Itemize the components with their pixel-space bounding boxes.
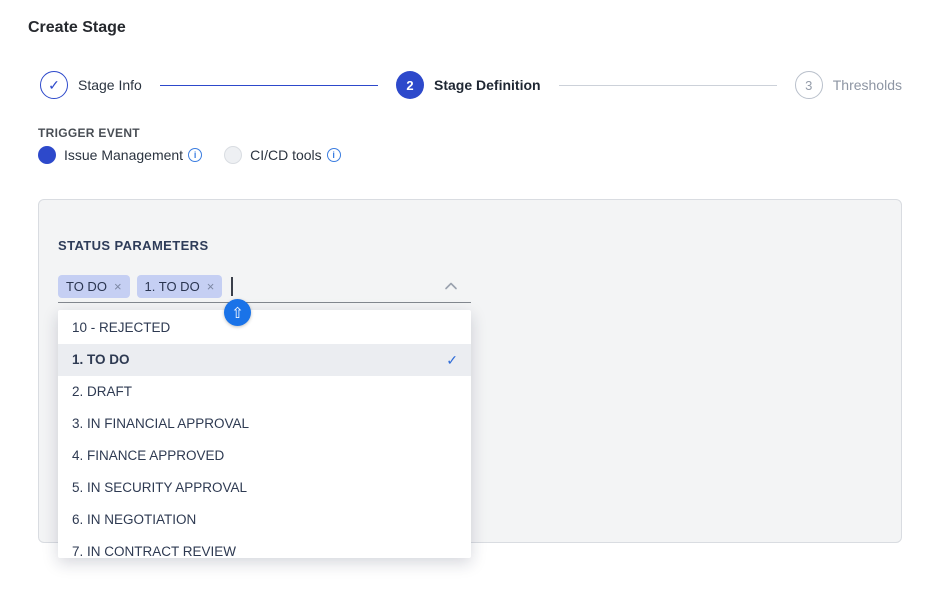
radio-selected-icon[interactable] <box>38 146 56 164</box>
info-icon[interactable]: i <box>188 148 202 162</box>
step-complete-check-icon: ✓ <box>40 71 68 99</box>
selected-chip: 1. TO DO × <box>137 275 223 298</box>
chip-label: 1. TO DO <box>145 279 200 294</box>
step-label: Thresholds <box>833 77 902 93</box>
stepper-connector <box>559 85 777 86</box>
dropdown-option[interactable]: 5. IN SECURITY APPROVAL <box>58 472 471 504</box>
chevron-up-icon[interactable] <box>442 277 460 295</box>
dropdown-option-label: 6. IN NEGOTIATION <box>72 512 196 527</box>
create-stage-page: Create Stage ✓ Stage Info 2 Stage Defini… <box>0 0 938 591</box>
dropdown-option-label: 4. FINANCE APPROVED <box>72 448 224 463</box>
text-caret <box>231 277 233 296</box>
step-label: Stage Info <box>78 77 142 93</box>
cursor-pointer-badge: ⇧ <box>224 299 251 326</box>
trigger-event-label: TRIGGER EVENT <box>38 126 140 140</box>
info-icon[interactable]: i <box>327 148 341 162</box>
dropdown-option-label: 7. IN CONTRACT REVIEW <box>72 544 236 558</box>
select-underline <box>58 302 471 303</box>
chip-label: TO DO <box>66 279 107 294</box>
status-multiselect-input[interactable]: TO DO × 1. TO DO × <box>58 275 233 298</box>
step-number-badge: 2 <box>396 71 424 99</box>
dropdown-option-label: 2. DRAFT <box>72 384 132 399</box>
dropdown-option-label: 3. IN FINANCIAL APPROVAL <box>72 416 249 431</box>
step-thresholds[interactable]: 3 Thresholds <box>795 71 902 99</box>
dropdown-option[interactable]: 2. DRAFT <box>58 376 471 408</box>
step-label: Stage Definition <box>434 77 541 93</box>
dropdown-option-label: 5. IN SECURITY APPROVAL <box>72 480 247 495</box>
status-dropdown-list: 10 - REJECTED 1. TO DO ✓ 2. DRAFT 3. IN … <box>58 310 471 558</box>
dropdown-option[interactable]: 4. FINANCE APPROVED <box>58 440 471 472</box>
dropdown-option-label: 1. TO DO <box>72 352 130 367</box>
page-title: Create Stage <box>28 19 126 37</box>
dropdown-option-selected[interactable]: 1. TO DO ✓ <box>58 344 471 376</box>
radio-cicd-tools[interactable]: CI/CD tools i <box>224 146 341 164</box>
dropdown-option[interactable]: 6. IN NEGOTIATION <box>58 504 471 536</box>
check-icon: ✓ <box>446 344 458 376</box>
selected-chip: TO DO × <box>58 275 130 298</box>
dropdown-option[interactable]: 3. IN FINANCIAL APPROVAL <box>58 408 471 440</box>
dropdown-option[interactable]: 10 - REJECTED <box>58 312 471 344</box>
step-stage-info[interactable]: ✓ Stage Info <box>40 71 142 99</box>
stepper-connector <box>160 85 378 86</box>
radio-unselected-icon[interactable] <box>224 146 242 164</box>
dropdown-option[interactable]: 7. IN CONTRACT REVIEW <box>58 536 471 558</box>
chip-remove-icon[interactable]: × <box>114 280 122 293</box>
step-number-badge: 3 <box>795 71 823 99</box>
status-parameters-label: STATUS PARAMETERS <box>58 238 209 253</box>
radio-label[interactable]: Issue Management <box>64 147 183 163</box>
trigger-event-radio-group: Issue Management i CI/CD tools i <box>38 145 341 165</box>
radio-issue-management[interactable]: Issue Management i <box>38 146 202 164</box>
step-stage-definition[interactable]: 2 Stage Definition <box>396 71 541 99</box>
wizard-stepper: ✓ Stage Info 2 Stage Definition 3 Thresh… <box>40 71 902 99</box>
radio-label[interactable]: CI/CD tools <box>250 147 322 163</box>
dropdown-option-label: 10 - REJECTED <box>72 320 170 335</box>
chip-remove-icon[interactable]: × <box>207 280 215 293</box>
cursor-up-arrow-icon: ⇧ <box>231 304 244 322</box>
